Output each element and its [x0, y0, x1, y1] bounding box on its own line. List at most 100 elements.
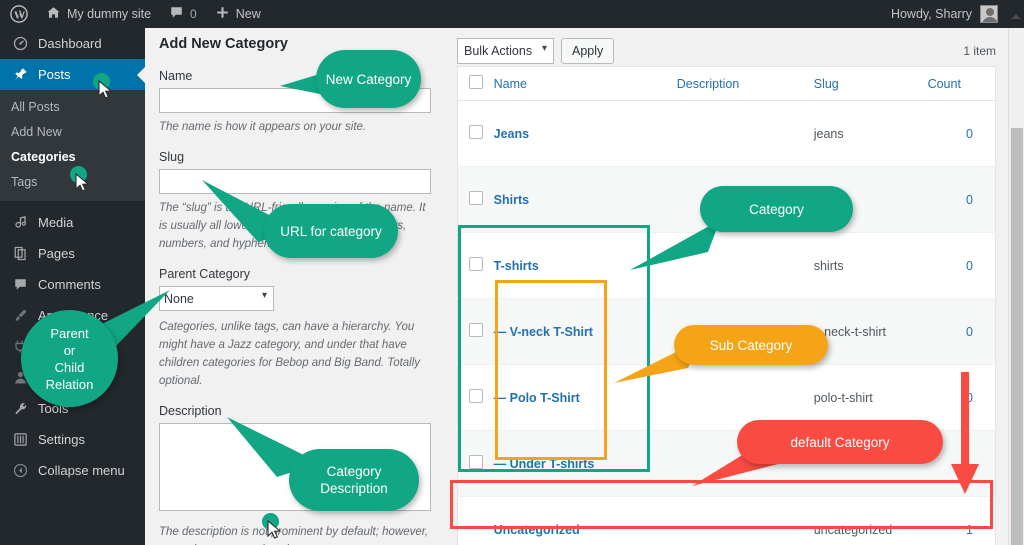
post-count-link[interactable]: 0 — [966, 325, 973, 339]
comments-bubble[interactable]: 0 — [160, 0, 206, 28]
mouse-cursor-posts — [98, 80, 113, 99]
sidebar-label-posts: Posts — [38, 67, 71, 82]
page-scrollbar[interactable] — [1008, 28, 1024, 545]
select-all-checkbox[interactable] — [469, 75, 483, 89]
row-description-cell — [676, 100, 814, 167]
greeting-label: Howdy, Sharry — [890, 7, 972, 21]
row-checkbox[interactable] — [469, 257, 483, 271]
sub-category-callout: Sub Category — [674, 325, 828, 365]
sidebar-item-dashboard[interactable]: Dashboard — [0, 28, 145, 59]
row-checkbox[interactable] — [469, 191, 483, 205]
column-header-name[interactable]: Name — [493, 66, 677, 101]
wordpress-logo-icon[interactable] — [0, 0, 37, 28]
row-count-cell: 0 — [927, 100, 996, 167]
apply-button[interactable]: Apply — [561, 38, 615, 64]
parent-category-select-wrap: None — [159, 286, 274, 311]
scroll-up-arrow[interactable] — [1011, 9, 1021, 19]
comment-bubble-icon — [169, 5, 184, 23]
bulk-actions-select-wrap: Bulk Actions — [457, 38, 554, 64]
category-name-link[interactable]: — V-neck T-Shirt — [494, 325, 593, 339]
url-for-category-callout-label: URL for category — [280, 223, 382, 239]
category-description-callout-label: Category Description — [320, 464, 388, 496]
category-name-link[interactable]: Uncategorized — [494, 523, 580, 537]
category-name-link[interactable]: T-shirts — [494, 259, 539, 273]
appearance-brush-icon — [11, 307, 29, 325]
category-name-link[interactable]: Jeans — [494, 127, 529, 141]
column-header-count[interactable]: Count — [927, 66, 996, 101]
parent-category-label: Parent Category — [159, 267, 251, 281]
row-checkbox-cell[interactable] — [457, 364, 494, 431]
tools-wrench-icon — [11, 400, 29, 418]
post-count-link[interactable]: 1 — [966, 523, 973, 537]
column-header-description[interactable]: Description — [676, 66, 814, 101]
settings-sliders-icon — [11, 431, 29, 449]
column-header-slug[interactable]: Slug — [813, 66, 928, 101]
sidebar-label-dashboard: Dashboard — [38, 36, 102, 51]
row-checkbox-cell[interactable] — [457, 232, 494, 299]
sidebar-item-settings[interactable]: Settings — [0, 424, 145, 455]
category-description-callout: Category Description — [289, 449, 419, 511]
sidebar-label-pages: Pages — [38, 246, 75, 261]
parent-category-select[interactable]: None — [159, 286, 274, 311]
category-name-link[interactable]: — Polo T-Shirt — [494, 391, 580, 405]
post-count-link[interactable]: 0 — [966, 127, 973, 141]
row-checkbox[interactable] — [469, 323, 483, 337]
sidebar-label-categories: Categories — [11, 150, 76, 164]
category-callout: Category — [700, 186, 853, 232]
row-name-cell: Jeans — [493, 100, 677, 167]
post-count-link[interactable]: 0 — [966, 193, 973, 207]
parent-or-child-callout-label: Parent or Child Relation — [45, 325, 94, 392]
row-name-cell: Uncategorized — [493, 496, 677, 545]
plus-icon — [215, 5, 230, 23]
table-nav-top: Bulk Actions Apply 1 item — [457, 36, 996, 66]
row-description-cell — [676, 496, 814, 545]
new-content-menu[interactable]: New — [206, 0, 270, 28]
default-category-callout-label: default Category — [790, 434, 890, 450]
sidebar-item-media[interactable]: Media — [0, 207, 145, 238]
comments-count: 0 — [190, 7, 197, 21]
dashboard-icon — [11, 35, 29, 53]
bulk-actions-select[interactable]: Bulk Actions — [457, 38, 554, 64]
select-all-header[interactable] — [457, 66, 494, 101]
sub-category-callout-label: Sub Category — [709, 337, 793, 353]
row-checkbox-cell[interactable] — [457, 166, 494, 233]
row-slug-cell: jeans — [813, 100, 928, 167]
sidebar-item-add-new[interactable]: Add New — [0, 120, 145, 145]
table-row[interactable]: Jeans jeans 0 — [457, 100, 996, 167]
url-for-category-callout: URL for category — [264, 204, 398, 258]
comments-icon — [11, 276, 29, 294]
category-name-link[interactable]: — Under T-shirts — [494, 457, 595, 471]
site-name-label: My dummy site — [67, 7, 152, 21]
sidebar-item-pages[interactable]: Pages — [0, 238, 145, 269]
parent-or-child-callout: Parent or Child Relation — [21, 310, 118, 407]
row-count-cell: 0 — [927, 166, 996, 233]
row-checkbox-cell[interactable] — [457, 298, 494, 365]
row-checkbox[interactable] — [469, 389, 483, 403]
site-name-menu[interactable]: My dummy site — [37, 0, 160, 28]
row-checkbox[interactable] — [469, 455, 483, 469]
table-row[interactable]: Uncategorized uncategorized 1 — [457, 496, 996, 545]
sidebar-item-posts[interactable]: Posts — [0, 59, 145, 90]
row-checkbox-cell[interactable] — [457, 430, 494, 497]
collapse-arrow-icon — [11, 462, 29, 480]
sidebar-label-all-posts: All Posts — [11, 100, 60, 114]
row-name-cell: — Under T-shirts — [493, 430, 677, 497]
row-checkbox-cell[interactable] — [457, 100, 494, 167]
sidebar-item-collapse-menu[interactable]: Collapse menu — [0, 455, 145, 486]
pin-icon — [11, 66, 29, 84]
post-count-link[interactable]: 0 — [966, 259, 973, 273]
table-row[interactable]: T-shirts shirts 0 — [457, 232, 996, 299]
row-slug-cell: uncategorized — [813, 496, 928, 545]
sidebar-item-all-posts[interactable]: All Posts — [0, 95, 145, 120]
account-menu[interactable]: Howdy, Sharry — [891, 5, 1024, 23]
slug-label: Slug — [159, 150, 185, 164]
sidebar-item-categories[interactable]: Categories — [0, 145, 145, 170]
row-checkbox[interactable] — [469, 125, 483, 139]
table-header-row: Name Description Slug Count — [457, 66, 996, 101]
sidebar-label-settings: Settings — [38, 432, 85, 447]
sidebar-label-tags: Tags — [11, 175, 38, 189]
row-count-cell: 0 — [927, 298, 996, 365]
category-name-link[interactable]: Shirts — [494, 193, 529, 207]
scrollbar-thumb[interactable] — [1011, 128, 1023, 545]
row-count-cell: 0 — [927, 232, 996, 299]
